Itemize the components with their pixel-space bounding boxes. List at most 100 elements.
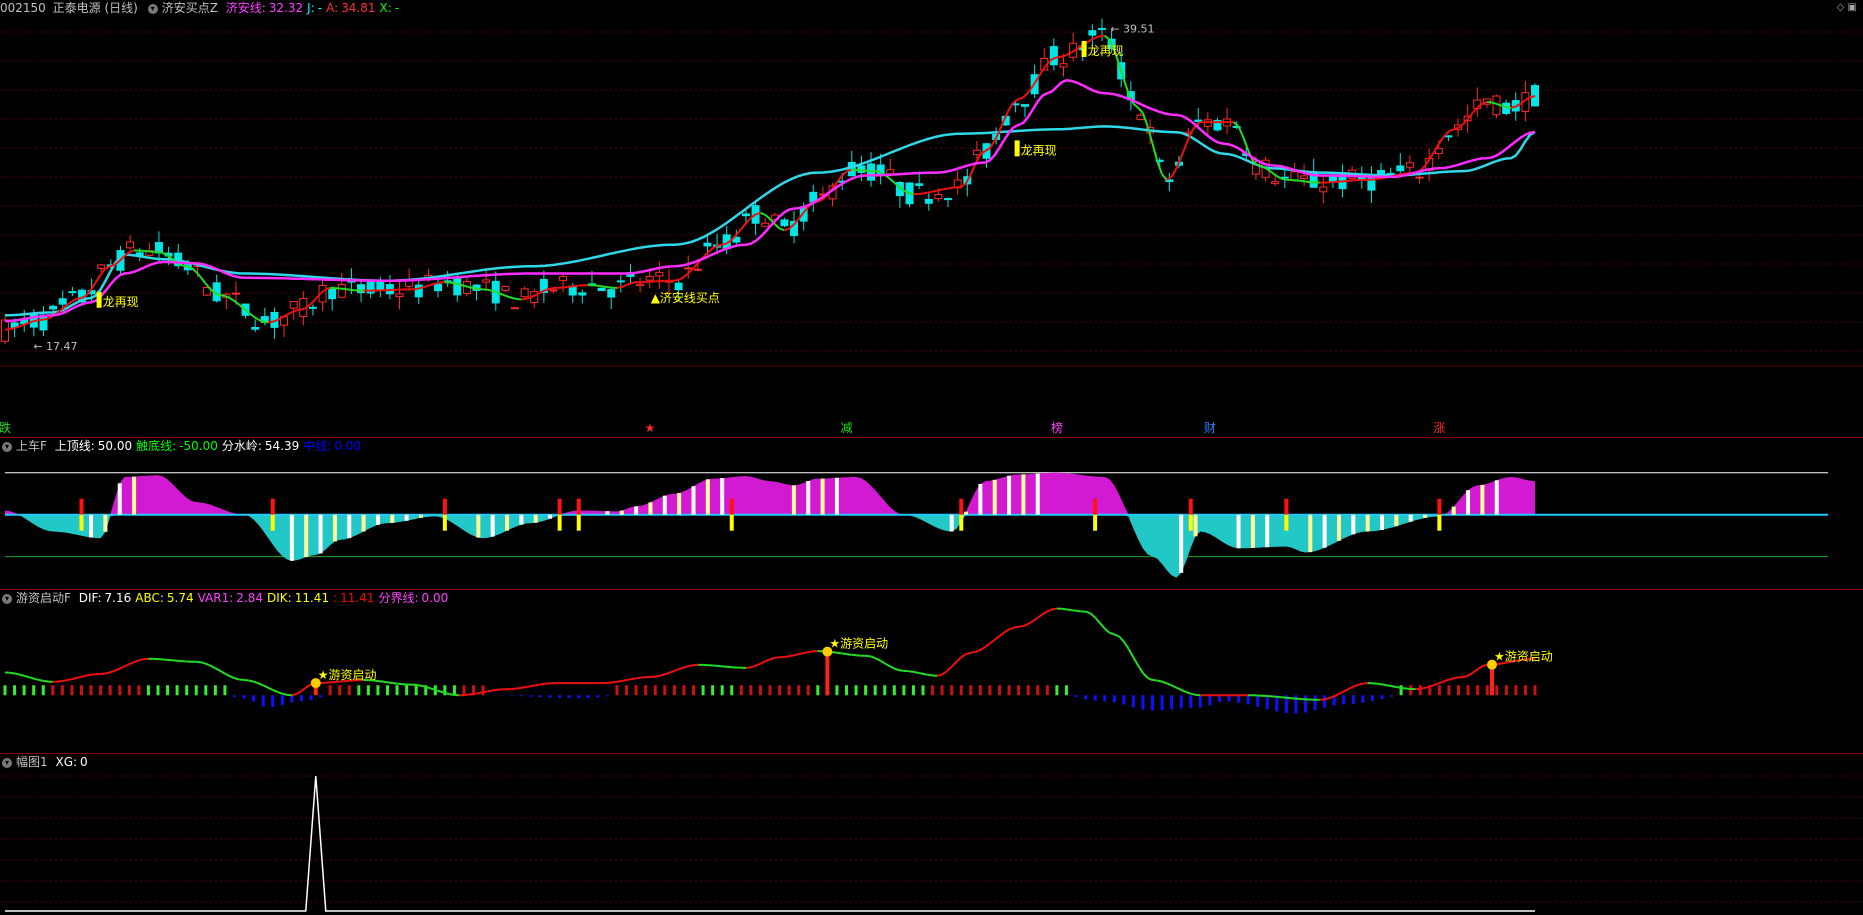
volume-bar [701, 685, 705, 696]
candle-body [655, 271, 664, 277]
a-line-segment [951, 186, 957, 189]
volume-bar [644, 685, 648, 696]
momentum-bar [1322, 514, 1327, 548]
candle-body [761, 222, 770, 227]
buy-point-signal: ▲济安线买点 [651, 290, 720, 305]
volume-bar [261, 695, 265, 707]
dif-line-segment [1157, 679, 1163, 683]
price-pane[interactable]: 002150 正泰电源 (日线) ▾ 济安买点Z 济安线: 32.32 J: - A: 34… [0, 0, 1863, 437]
a-line-segment [458, 283, 465, 287]
volume-bar [539, 695, 542, 698]
dif-line-segment [1003, 628, 1010, 634]
candle-body [1396, 165, 1405, 172]
a-line-segment [631, 281, 637, 285]
a-line-segment [774, 223, 781, 230]
dif-line-segment [1424, 685, 1431, 689]
volume-bar [864, 685, 868, 696]
volume-bar [653, 685, 657, 696]
dif-line-segment [57, 680, 63, 683]
volume-bar [1265, 695, 1269, 710]
a-line-segment [721, 242, 728, 246]
signal-marker-red [270, 498, 275, 515]
dif-line-segment [387, 681, 393, 684]
volume-bar [1084, 695, 1088, 700]
volume-bar [204, 685, 208, 696]
shangche-chart[interactable] [0, 438, 1863, 589]
xg-line [5, 775, 1535, 912]
dif-line-segment [487, 689, 493, 693]
signal-marker-yellow [557, 514, 562, 531]
dif-line-segment [1166, 682, 1173, 687]
futu-pane[interactable]: ▾ 幅图1 XG: 0 [0, 754, 1863, 915]
candle-body [1271, 181, 1280, 185]
dif-line-segment [1137, 665, 1144, 674]
a-line-segment [564, 285, 570, 289]
a-line-segment [745, 217, 752, 224]
candle-body [924, 198, 933, 204]
dif-line-segment [1075, 609, 1081, 613]
volume-bar [883, 685, 887, 696]
volume-bar [730, 685, 734, 696]
dif-line-segment [492, 688, 498, 692]
dif-line-segment [439, 690, 446, 694]
momentum-bar [347, 514, 352, 539]
volume-bar [1036, 685, 1040, 696]
a-line-segment [506, 295, 513, 299]
a-line-segment [735, 228, 743, 236]
a-line-segment [755, 211, 761, 216]
dif-line-segment [43, 679, 49, 683]
a-line-segment [908, 192, 914, 196]
candle-body [1059, 63, 1068, 68]
dif-line-segment [1443, 678, 1450, 683]
dif-line-segment [760, 660, 766, 665]
volume-bar [969, 685, 973, 696]
momentum-bar [418, 514, 423, 518]
volume-bar [1246, 695, 1250, 705]
momentum-bar [1408, 514, 1413, 522]
dif-line-segment [1381, 683, 1387, 687]
dif-line-segment [1142, 672, 1149, 679]
momentum-bar [1451, 506, 1456, 515]
reappear-signal: 龙再现 [103, 295, 139, 309]
price-chart[interactable]: ← 39.51← 17.47龙再现龙再现龙再现▲济安线买点跌 ★ 减榜财涨 [0, 0, 1863, 437]
volume-bar [1380, 695, 1384, 700]
candle-body [58, 298, 67, 305]
volume-bar [1304, 695, 1307, 713]
a-line-segment [521, 297, 527, 301]
youzi-chart[interactable]: ★游资启动 ★游资启动 ★游资启动 [0, 590, 1863, 753]
dif-line-segment [998, 631, 1005, 637]
candle-body [1377, 169, 1386, 175]
volume-bar [1361, 695, 1365, 703]
dif-line-segment [114, 667, 121, 672]
momentum-bar [1394, 514, 1399, 527]
dif-line-segment [38, 678, 44, 682]
youzi-pane[interactable]: ▾ 游资启动F DIF: 7.16 ABC: 5.74 VAR1: 2.84 DIK: 11.4… [0, 590, 1863, 753]
volume-bar [1418, 685, 1422, 696]
volume-bar [1007, 685, 1011, 696]
volume-bar [1313, 695, 1317, 711]
momentum-bar [1466, 490, 1471, 515]
dif-line-segment [975, 649, 981, 653]
volume-bar [711, 685, 715, 696]
a-line-segment [420, 285, 427, 289]
volume-bar [22, 685, 26, 696]
shangche-pane[interactable]: ▾ 上车F 上顶线: 50.00 触底线: -50.00 分水岭: 54.39 中线: 0.00 [0, 438, 1863, 589]
a-line-segment [157, 250, 163, 254]
dif-line-segment [1377, 682, 1383, 686]
a-line-segment [1170, 167, 1178, 178]
dif-line-segment [1400, 686, 1407, 690]
dif-line-segment [420, 684, 426, 688]
candle-body [934, 193, 943, 200]
volume-bar [988, 685, 992, 696]
a-line-segment [1180, 144, 1187, 158]
volume-bar [921, 685, 925, 696]
dif-line-segment [277, 691, 283, 695]
volume-bar [1160, 695, 1164, 711]
dif-line-segment [1118, 635, 1125, 643]
momentum-bar [1336, 514, 1341, 541]
futu-chart[interactable] [0, 754, 1863, 915]
a-line-segment [473, 287, 479, 291]
dif-line-segment [23, 674, 30, 679]
candle-body [1319, 186, 1328, 193]
dif-line-segment [214, 667, 221, 672]
